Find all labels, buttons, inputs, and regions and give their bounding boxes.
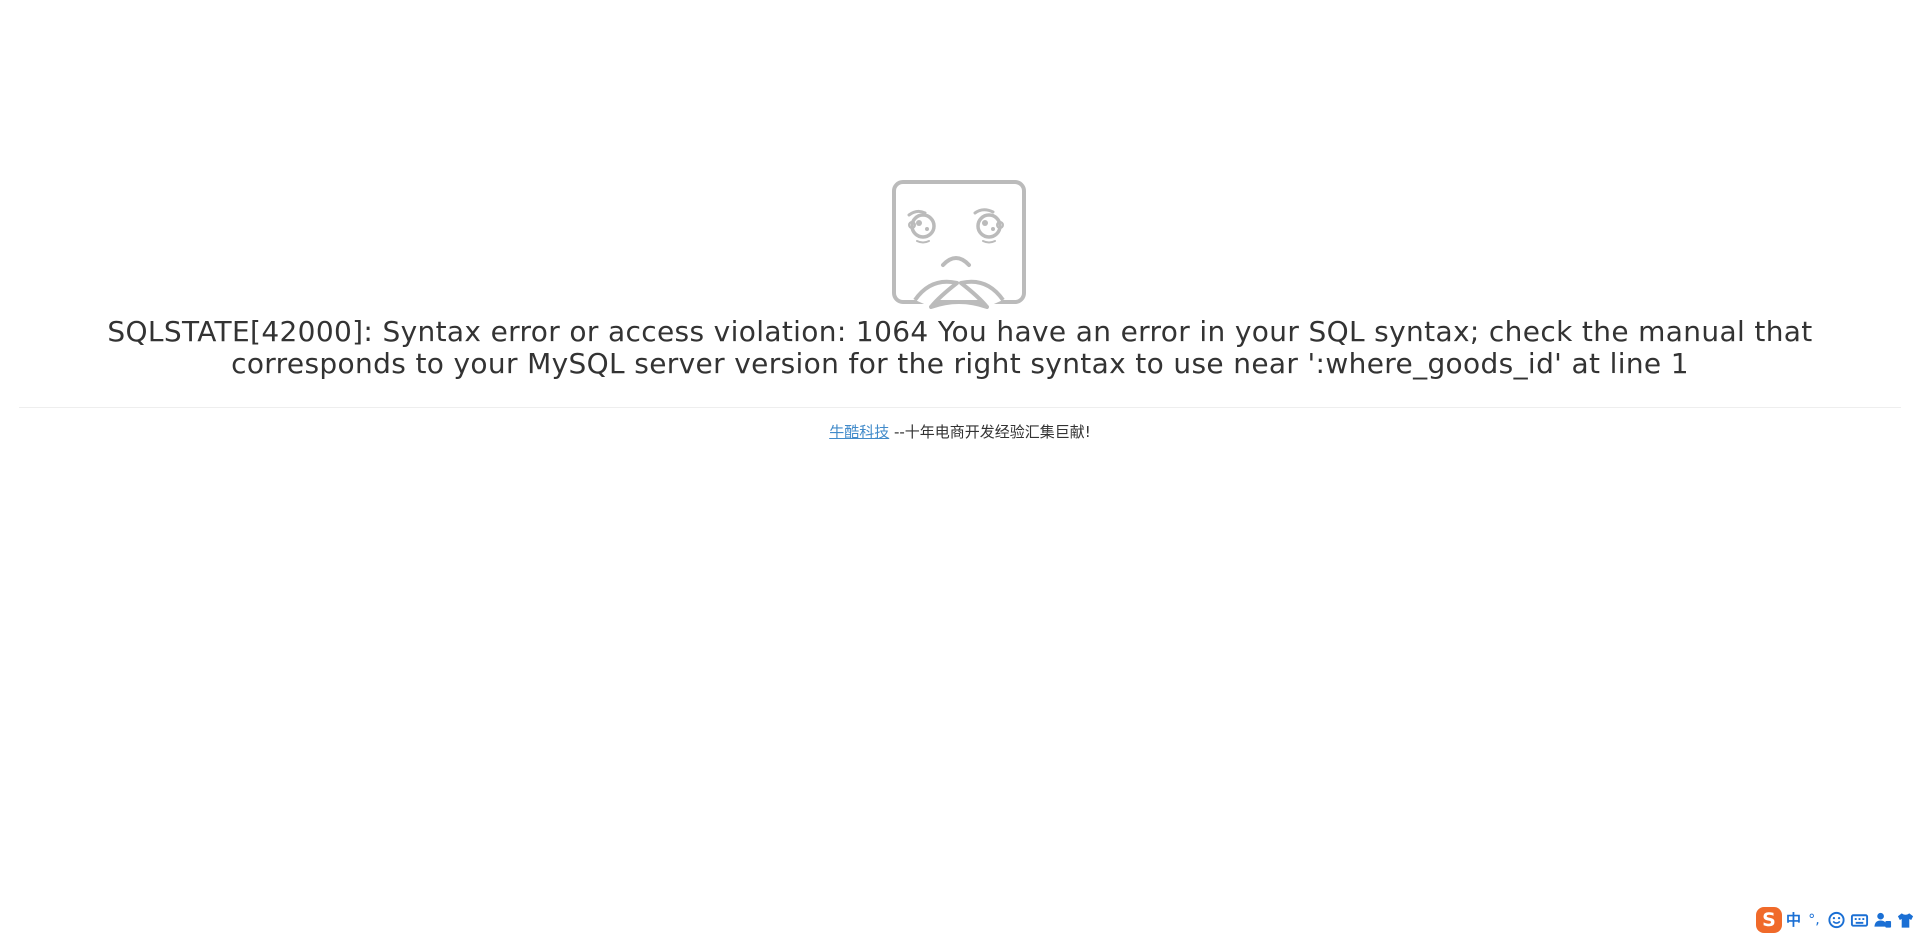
ime-toolbar[interactable]: S 中 °, [1756, 907, 1915, 933]
error-message: SQLSTATE[42000]: Syntax error or access … [107, 315, 1813, 380]
sad-face-icon [892, 180, 1026, 309]
sogou-logo-icon[interactable]: S [1756, 907, 1782, 933]
input-mode-toggle[interactable]: 中 [1786, 909, 1801, 931]
punctuation-toggle[interactable]: °, [1805, 909, 1823, 931]
keyboard-icon[interactable] [1850, 910, 1869, 930]
smiley-icon[interactable] [1827, 910, 1846, 930]
footer-tagline: --十年电商开发经验汇集巨献! [889, 423, 1091, 441]
company-link[interactable]: 牛酷科技 [829, 423, 889, 441]
error-page: SQLSTATE[42000]: Syntax error or access … [0, 0, 1920, 938]
user-settings-icon[interactable] [1873, 910, 1892, 930]
footer: 牛酷科技 --十年电商开发经验汇集巨献! [19, 421, 1901, 443]
skin-shirt-icon[interactable] [1896, 910, 1915, 930]
divider [19, 407, 1901, 408]
